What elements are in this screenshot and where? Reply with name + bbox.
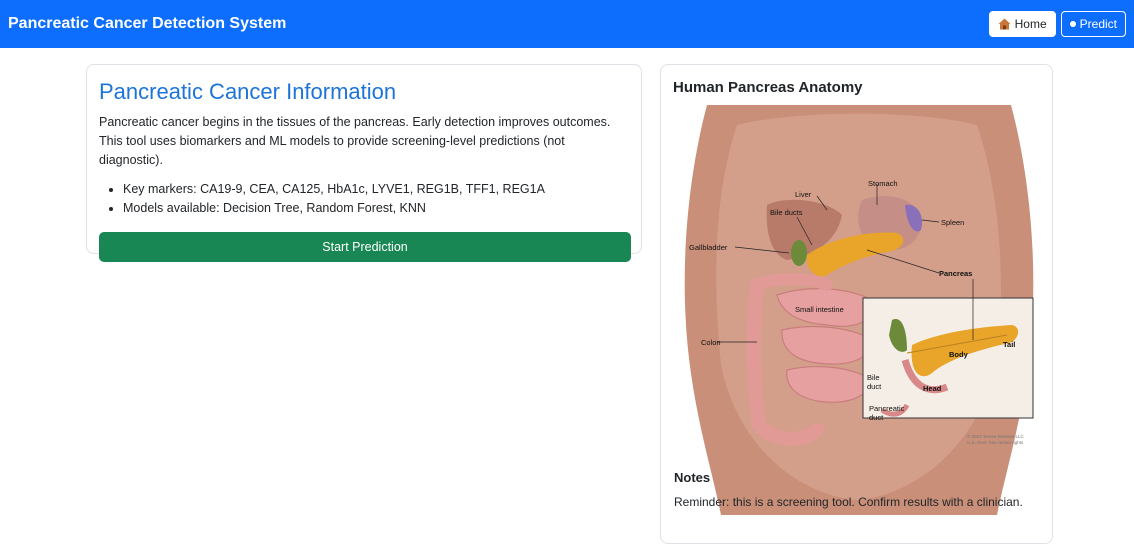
info-description: Pancreatic cancer begins in the tissues …: [99, 115, 611, 167]
label-stomach: Stomach: [868, 179, 898, 188]
home-label: Home: [1014, 17, 1047, 31]
dot-icon: [1069, 21, 1076, 27]
anatomy-card: Human Pancreas Anatomy Liver Stomach Bil…: [660, 64, 1053, 544]
label-gallbladder: Gallbladder: [689, 243, 728, 252]
pancreas-anatomy-illustration: Liver Stomach Bile ducts Spleen Gallblad…: [684, 105, 1034, 515]
info-title: Pancreatic Cancer Information: [99, 79, 397, 104]
nav-buttons: Home Predict: [988, 11, 1126, 37]
label-colon: Colon: [701, 338, 721, 347]
label-bile-duct-1: Bile: [867, 373, 880, 382]
notes-title: Notes: [674, 470, 711, 485]
anatomy-title: Human Pancreas Anatomy: [673, 79, 863, 96]
label-small-intestine: Small intestine: [795, 305, 844, 314]
label-body: Body: [949, 350, 969, 359]
home-button[interactable]: Home: [988, 11, 1056, 37]
list-item: Models available: Decision Tree, Random …: [123, 199, 629, 218]
predict-label: Predict: [1079, 17, 1117, 31]
label-spleen: Spleen: [941, 218, 964, 227]
start-prediction-button[interactable]: Start Prediction: [99, 232, 631, 262]
copyright-line-1: © 2023 Terese Winslow LLC: [967, 433, 1025, 439]
predict-button[interactable]: Predict: [1060, 11, 1126, 37]
label-pancreas: Pancreas: [939, 269, 972, 278]
label-pancreatic-duct-1: Pancreatic: [869, 404, 905, 413]
copyright-line-2: U.S. Govt. has certain rights: [967, 440, 1024, 445]
house-icon: [998, 18, 1011, 30]
label-bile-ducts: Bile ducts: [770, 208, 803, 217]
label-tail: Tail: [1003, 340, 1015, 349]
label-pancreatic-duct-2: duct: [869, 413, 884, 422]
list-item: Key markers: CA19-9, CEA, CA125, HbA1c, …: [123, 180, 629, 199]
info-bullet-list: Key markers: CA19-9, CEA, CA125, HbA1c, …: [123, 180, 629, 218]
info-card: Pancreatic Cancer Information Pancreatic…: [86, 64, 642, 262]
top-navbar: Pancreatic Cancer Detection System Home …: [0, 0, 1134, 48]
label-head: Head: [923, 384, 942, 393]
label-liver: Liver: [795, 190, 812, 199]
app-brand[interactable]: Pancreatic Cancer Detection System: [8, 15, 286, 33]
label-bile-duct-2: duct: [867, 382, 882, 391]
notes-text: Reminder: this is a screening tool. Conf…: [674, 495, 1023, 509]
